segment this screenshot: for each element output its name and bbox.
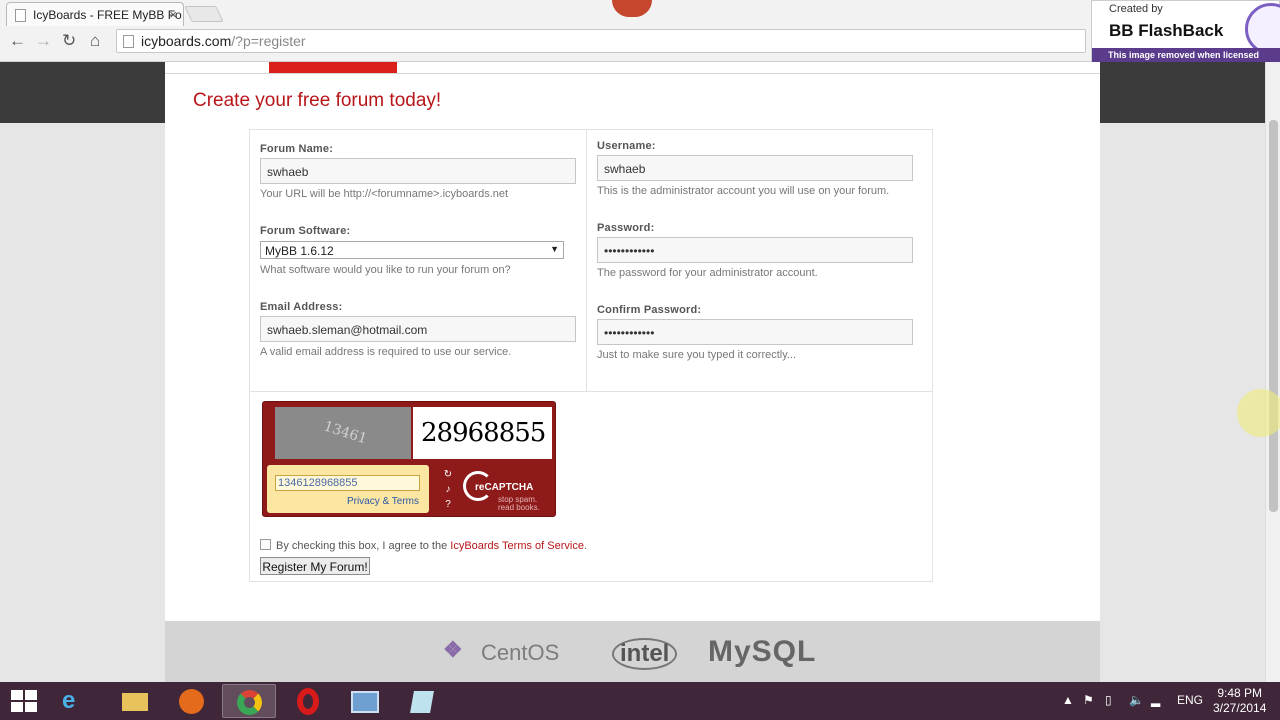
username-input[interactable]: swhaeb [597,155,913,181]
centos-logo: CentOS [481,640,560,665]
close-tab-icon[interactable]: × [169,7,177,22]
recaptcha-tagline: stop spam. read books. [498,495,540,512]
watermark-brand: BB FlashBack [1109,21,1224,40]
audio-icon[interactable]: ♪ [440,484,456,497]
confirm-password-label: Confirm Password: [597,304,702,316]
terms-checkbox[interactable] [260,539,271,550]
reload-icon[interactable]: ↻ [62,31,76,51]
cursor-highlight [1237,389,1280,437]
url-path: /?p=register [231,33,306,49]
username-hint: This is the administrator account you wi… [597,185,890,197]
username-label: Username: [597,140,656,152]
refresh-icon[interactable]: ↻ [440,469,456,482]
tab-title: IcyBoards - FREE MyBB Fo [33,8,182,22]
recaptcha-brand: reCAPTCHA [475,482,534,493]
watermark-notice: This image removed when licensed [1092,48,1280,63]
footer: ❖ CentOS intel MySQL [165,621,1100,682]
clock-date: 3/27/2014 [1213,701,1267,715]
help-icon[interactable]: ? [440,499,456,512]
windows-start-icon[interactable] [11,690,37,712]
address-bar[interactable]: icyboards.com/?p=register [116,29,1086,53]
captcha-response-input[interactable]: 1346128968855 [275,475,420,491]
terms-text: By checking this box, I agree to the Icy… [276,540,587,552]
control-panel-icon[interactable] [338,684,392,718]
chrome-icon[interactable] [222,684,276,718]
chevron-down-icon: ▼ [550,244,559,254]
software-hint: What software would you like to run your… [260,264,511,276]
show-hidden-icons-icon[interactable]: ▲ [1062,693,1074,707]
terms-suffix: . [583,540,588,552]
watermark-created-by: Created by [1109,3,1163,15]
browser-chrome: IcyBoards - FREE MyBB Fo × ← → ↻ ⌂ icybo… [0,0,1280,62]
active-nav-tab[interactable] [269,62,397,73]
language-indicator[interactable]: ENG [1177,693,1203,707]
recaptcha-widget: 13461 28968855 1346128968855 Privacy & T… [262,401,556,517]
privacy-terms-link[interactable]: Privacy & Terms [347,496,419,507]
password-hint: The password for your administrator acco… [597,267,818,279]
terms-link[interactable]: IcyBoards Terms of Service [450,540,584,552]
terms-prefix: By checking this box, I agree to the [276,540,451,552]
captcha-image-1: 13461 [275,407,411,459]
email-label: Email Address: [260,301,343,313]
firefox-icon[interactable] [165,684,219,718]
browser-tab[interactable]: IcyBoards - FREE MyBB Fo × [6,2,184,26]
captcha-image-2: 28968855 [413,407,552,459]
forum-name-label: Forum Name: [260,143,334,155]
opera-icon[interactable] [281,684,335,718]
email-field[interactable]: swhaeb.sleman@hotmail.com [260,316,576,342]
centos-logo-icon: ❖ [443,637,463,662]
divider [586,130,587,391]
scrollbar-thumb[interactable] [1269,120,1278,512]
divider [250,391,932,392]
power-icon[interactable]: ▯ [1105,693,1112,707]
clock-time: 9:48 PM [1217,686,1263,700]
confirm-password-input[interactable]: •••••••••••• [597,319,913,345]
software-selected-value: MyBB 1.6.12 [265,244,334,258]
captcha-response-panel: 1346128968855 Privacy & Terms [267,465,429,513]
app-icon[interactable] [396,684,450,718]
captcha-word-1: 13461 [321,418,369,448]
password-label: Password: [597,222,655,234]
internet-explorer-icon[interactable]: e [50,684,104,718]
back-icon[interactable]: ← [9,31,26,51]
vertical-scrollbar[interactable] [1265,62,1280,682]
register-button[interactable]: Register My Forum! [260,557,370,575]
page-viewport: Create your free forum today! Forum Name… [0,62,1265,682]
confirm-password-hint: Just to make sure you typed it correctly… [597,349,797,361]
software-select[interactable]: MyBB 1.6.12 ▼ [260,241,564,259]
forward-icon[interactable]: → [35,31,52,51]
page-icon [15,9,26,22]
clock[interactable]: 9:48 PM 3/27/2014 [1213,686,1266,716]
content-container: Create your free forum today! Forum Name… [165,62,1100,622]
recording-indicator-icon [612,0,652,17]
registration-form: Forum Name: swhaeb Your URL will be http… [249,129,933,582]
forum-name-hint: Your URL will be http://<forumname>.icyb… [260,188,509,200]
volume-icon[interactable]: 🔈 [1129,693,1144,707]
forum-name-input[interactable]: swhaeb [260,158,576,184]
password-input[interactable]: •••••••••••• [597,237,913,263]
intel-logo: intel [612,638,678,670]
mysql-logo: MySQL [708,635,817,668]
page-icon [123,35,134,48]
email-hint: A valid email address is required to use… [260,346,512,358]
network-icon[interactable]: ▂ [1151,693,1160,707]
taskbar: e ▲ ⚑ ▯ 🔈 ▂ ENG 9:48 PM 3/27/2014 [0,682,1280,720]
watermark: Created by BB FlashBack This image remov… [1091,0,1280,63]
new-tab-button[interactable] [184,6,224,22]
recaptcha-logo: reCAPTCHA stop spam. read books. [463,469,549,513]
flag-icon[interactable]: ⚑ [1083,693,1094,707]
home-icon[interactable]: ⌂ [90,31,100,51]
file-explorer-icon[interactable] [108,684,162,718]
software-label: Forum Software: [260,225,351,237]
divider [165,73,1100,74]
url-host: icyboards.com [141,33,232,49]
page-title: Create your free forum today! [193,90,442,111]
